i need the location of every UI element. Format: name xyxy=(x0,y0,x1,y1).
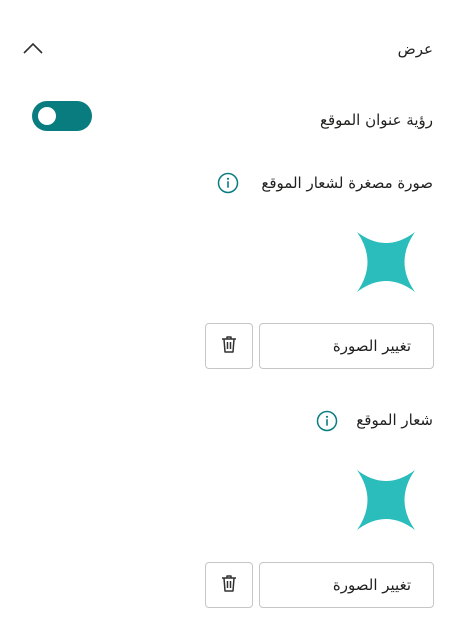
delete-thumbnail-button[interactable] xyxy=(205,323,253,369)
trash-icon xyxy=(219,573,239,597)
section-title: عرض xyxy=(397,40,433,58)
change-thumbnail-label: تغيير الصورة xyxy=(332,337,411,355)
site-logo-label: شعار الموقع xyxy=(356,411,433,429)
delete-logo-button[interactable] xyxy=(205,562,253,608)
site-title-visibility-toggle[interactable] xyxy=(32,101,92,131)
change-logo-label: تغيير الصورة xyxy=(332,576,411,594)
info-icon[interactable] xyxy=(217,172,239,194)
chevron-up-icon[interactable] xyxy=(22,40,44,54)
info-icon[interactable] xyxy=(316,410,338,432)
site-logo-image xyxy=(353,467,419,533)
toggle-knob xyxy=(38,107,56,125)
site-title-visibility-label: رؤية عنوان الموقع xyxy=(320,111,433,129)
change-logo-button[interactable]: تغيير الصورة xyxy=(259,562,434,608)
trash-icon xyxy=(219,334,239,358)
site-logo-thumbnail-image xyxy=(353,229,419,295)
change-thumbnail-button[interactable]: تغيير الصورة xyxy=(259,323,434,369)
site-logo-thumbnail-label: صورة مصغرة لشعار الموقع xyxy=(261,174,433,192)
